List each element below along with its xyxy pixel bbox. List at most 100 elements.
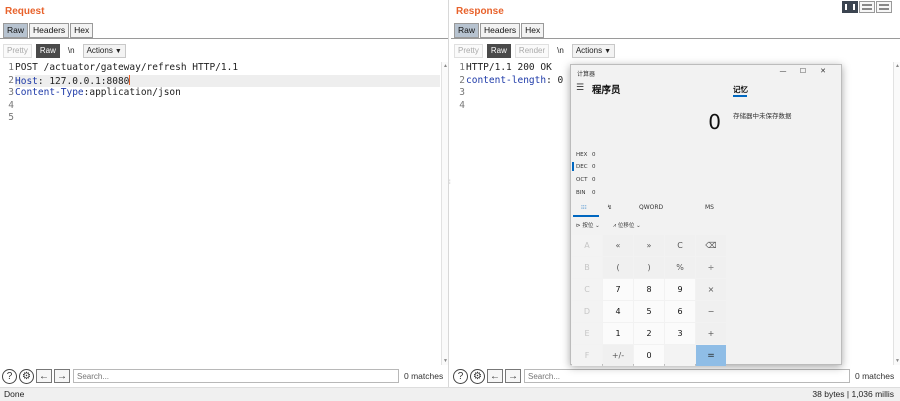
- response-newline-button[interactable]: \n: [553, 44, 568, 58]
- request-search-input[interactable]: [73, 369, 399, 383]
- hamburger-menu-icon[interactable]: ☰: [576, 83, 584, 93]
- key-b[interactable]: B: [572, 257, 602, 278]
- request-tab-headers[interactable]: Headers: [29, 23, 70, 38]
- memory-tab[interactable]: 记忆: [733, 84, 748, 95]
- key-a[interactable]: A: [572, 235, 602, 256]
- response-search-input[interactable]: [524, 369, 850, 383]
- key-decimal-disabled: [665, 345, 695, 366]
- request-raw-button[interactable]: Raw: [35, 44, 60, 58]
- scroll-up-icon[interactable]: ▲: [894, 63, 900, 69]
- request-line: Content-Type:application/json: [15, 87, 440, 100]
- key-add[interactable]: +: [696, 323, 726, 344]
- bit-toggle-keypad-icon[interactable]: ↯: [607, 204, 612, 216]
- calculator-mode-title: 程序员: [592, 85, 621, 96]
- radix-oct[interactable]: OCT 0: [576, 174, 636, 185]
- request-tab-hex[interactable]: Hex: [70, 23, 94, 38]
- response-scrollbar[interactable]: ▲ ▼: [893, 62, 900, 365]
- key-e[interactable]: E: [572, 323, 602, 344]
- response-actions-label: Actions: [575, 46, 603, 55]
- keypad-tab-underline: [573, 215, 599, 217]
- response-raw-button[interactable]: Raw: [486, 44, 511, 58]
- key-5[interactable]: 5: [634, 301, 664, 322]
- response-actions-button[interactable]: Actions ▼: [571, 44, 616, 58]
- radix-dec[interactable]: DEC 0: [572, 161, 636, 172]
- header-value: :application/json: [83, 87, 181, 98]
- radix-value: 0: [592, 189, 596, 196]
- word-size-button[interactable]: QWORD: [639, 204, 663, 216]
- response-tab-raw[interactable]: Raw: [454, 23, 480, 38]
- key-3[interactable]: 3: [665, 323, 695, 344]
- memory-store-button[interactable]: MS: [705, 204, 714, 216]
- response-tab-hex[interactable]: Hex: [521, 23, 545, 38]
- previous-match-button[interactable]: ←: [487, 369, 503, 383]
- response-pretty-button[interactable]: Pretty: [454, 44, 483, 58]
- top-bottom-layout-icon[interactable]: [859, 1, 875, 13]
- key-9[interactable]: 9: [665, 279, 695, 300]
- request-title: Request: [5, 6, 45, 17]
- scroll-down-icon[interactable]: ▼: [894, 358, 900, 364]
- request-line-gutter: 1 2 3 4 5: [0, 62, 14, 125]
- key-divide[interactable]: ÷: [696, 257, 726, 278]
- key-7[interactable]: 7: [603, 279, 633, 300]
- key-f[interactable]: F: [572, 345, 602, 366]
- key-left-shift[interactable]: «: [603, 235, 633, 256]
- key-1[interactable]: 1: [603, 323, 633, 344]
- line-number: 4: [459, 99, 465, 111]
- request-pane: Request Raw Headers Hex Pretty Raw \n Ac…: [0, 0, 449, 387]
- header-name: Host: [15, 75, 38, 87]
- key-8[interactable]: 8: [634, 279, 664, 300]
- next-match-button[interactable]: →: [54, 369, 70, 383]
- request-newline-button[interactable]: \n: [64, 44, 79, 58]
- request-tab-raw[interactable]: Raw: [3, 23, 29, 38]
- key-percent[interactable]: %: [665, 257, 695, 278]
- line-number: 4: [8, 99, 14, 111]
- radix-label: OCT: [576, 176, 588, 183]
- key-c-hex[interactable]: C: [572, 279, 602, 300]
- response-toolbar: Pretty Raw Render \n Actions ▼: [454, 43, 619, 59]
- request-actions-button[interactable]: Actions ▼: [82, 44, 126, 58]
- request-pretty-button[interactable]: Pretty: [3, 44, 32, 58]
- close-icon[interactable]: ✕: [813, 67, 833, 75]
- scroll-up-icon[interactable]: ▲: [442, 63, 449, 69]
- help-icon[interactable]: ?: [2, 368, 17, 384]
- maximize-icon[interactable]: ☐: [793, 67, 813, 75]
- key-open-paren[interactable]: (: [603, 257, 633, 278]
- key-d[interactable]: D: [572, 301, 602, 322]
- next-match-button[interactable]: →: [505, 369, 521, 383]
- key-close-paren[interactable]: ): [634, 257, 664, 278]
- response-tabs: Raw Headers Hex: [454, 23, 545, 38]
- key-equals[interactable]: =: [696, 345, 726, 366]
- key-4[interactable]: 4: [603, 301, 633, 322]
- minimize-icon[interactable]: —: [773, 67, 793, 75]
- scroll-down-icon[interactable]: ▼: [442, 358, 449, 364]
- response-tab-headers[interactable]: Headers: [480, 23, 521, 38]
- key-6[interactable]: 6: [665, 301, 695, 322]
- radix-hex[interactable]: HEX 0: [576, 149, 636, 160]
- key-negate[interactable]: +/-: [603, 345, 633, 366]
- key-right-shift[interactable]: »: [634, 235, 664, 256]
- gear-icon[interactable]: ⚙: [19, 368, 34, 384]
- request-scrollbar[interactable]: ▲ ▼: [441, 62, 448, 365]
- request-tabs: Raw Headers Hex: [3, 23, 94, 38]
- gear-icon[interactable]: ⚙: [470, 368, 485, 384]
- request-toolbar: Pretty Raw \n Actions ▼: [3, 43, 130, 59]
- previous-match-button[interactable]: ←: [36, 369, 52, 383]
- bitwise-dropdown[interactable]: ⊳ 按位 ⌄: [576, 221, 600, 229]
- request-editor[interactable]: 1 2 3 4 5 POST /actuator/gateway/refresh…: [0, 62, 440, 365]
- calculator-window[interactable]: 计算器 — ☐ ✕ ☰ 程序员 记忆 存储器中未保存数据 0 HEX 0 DEC 0…: [570, 64, 842, 366]
- backspace-icon[interactable]: ⌫: [696, 235, 726, 256]
- tabs-layout-icon[interactable]: [876, 1, 892, 13]
- request-line: Host: 127.0.0.1:8080: [15, 74, 440, 87]
- radix-bin[interactable]: BIN 0: [576, 187, 636, 198]
- key-subtract[interactable]: −: [696, 301, 726, 322]
- response-render-button[interactable]: Render: [514, 44, 550, 58]
- side-by-side-layout-icon[interactable]: [842, 1, 858, 13]
- key-0[interactable]: 0: [634, 345, 664, 366]
- help-icon[interactable]: ?: [453, 368, 468, 384]
- line-number: 2: [459, 74, 465, 86]
- key-multiply[interactable]: ×: [696, 279, 726, 300]
- bitshift-dropdown[interactable]: ⩘ 位移位 ⌄: [613, 221, 641, 230]
- key-2[interactable]: 2: [634, 323, 664, 344]
- bitshift-label: 位移位: [617, 223, 635, 229]
- key-clear[interactable]: C: [665, 235, 695, 256]
